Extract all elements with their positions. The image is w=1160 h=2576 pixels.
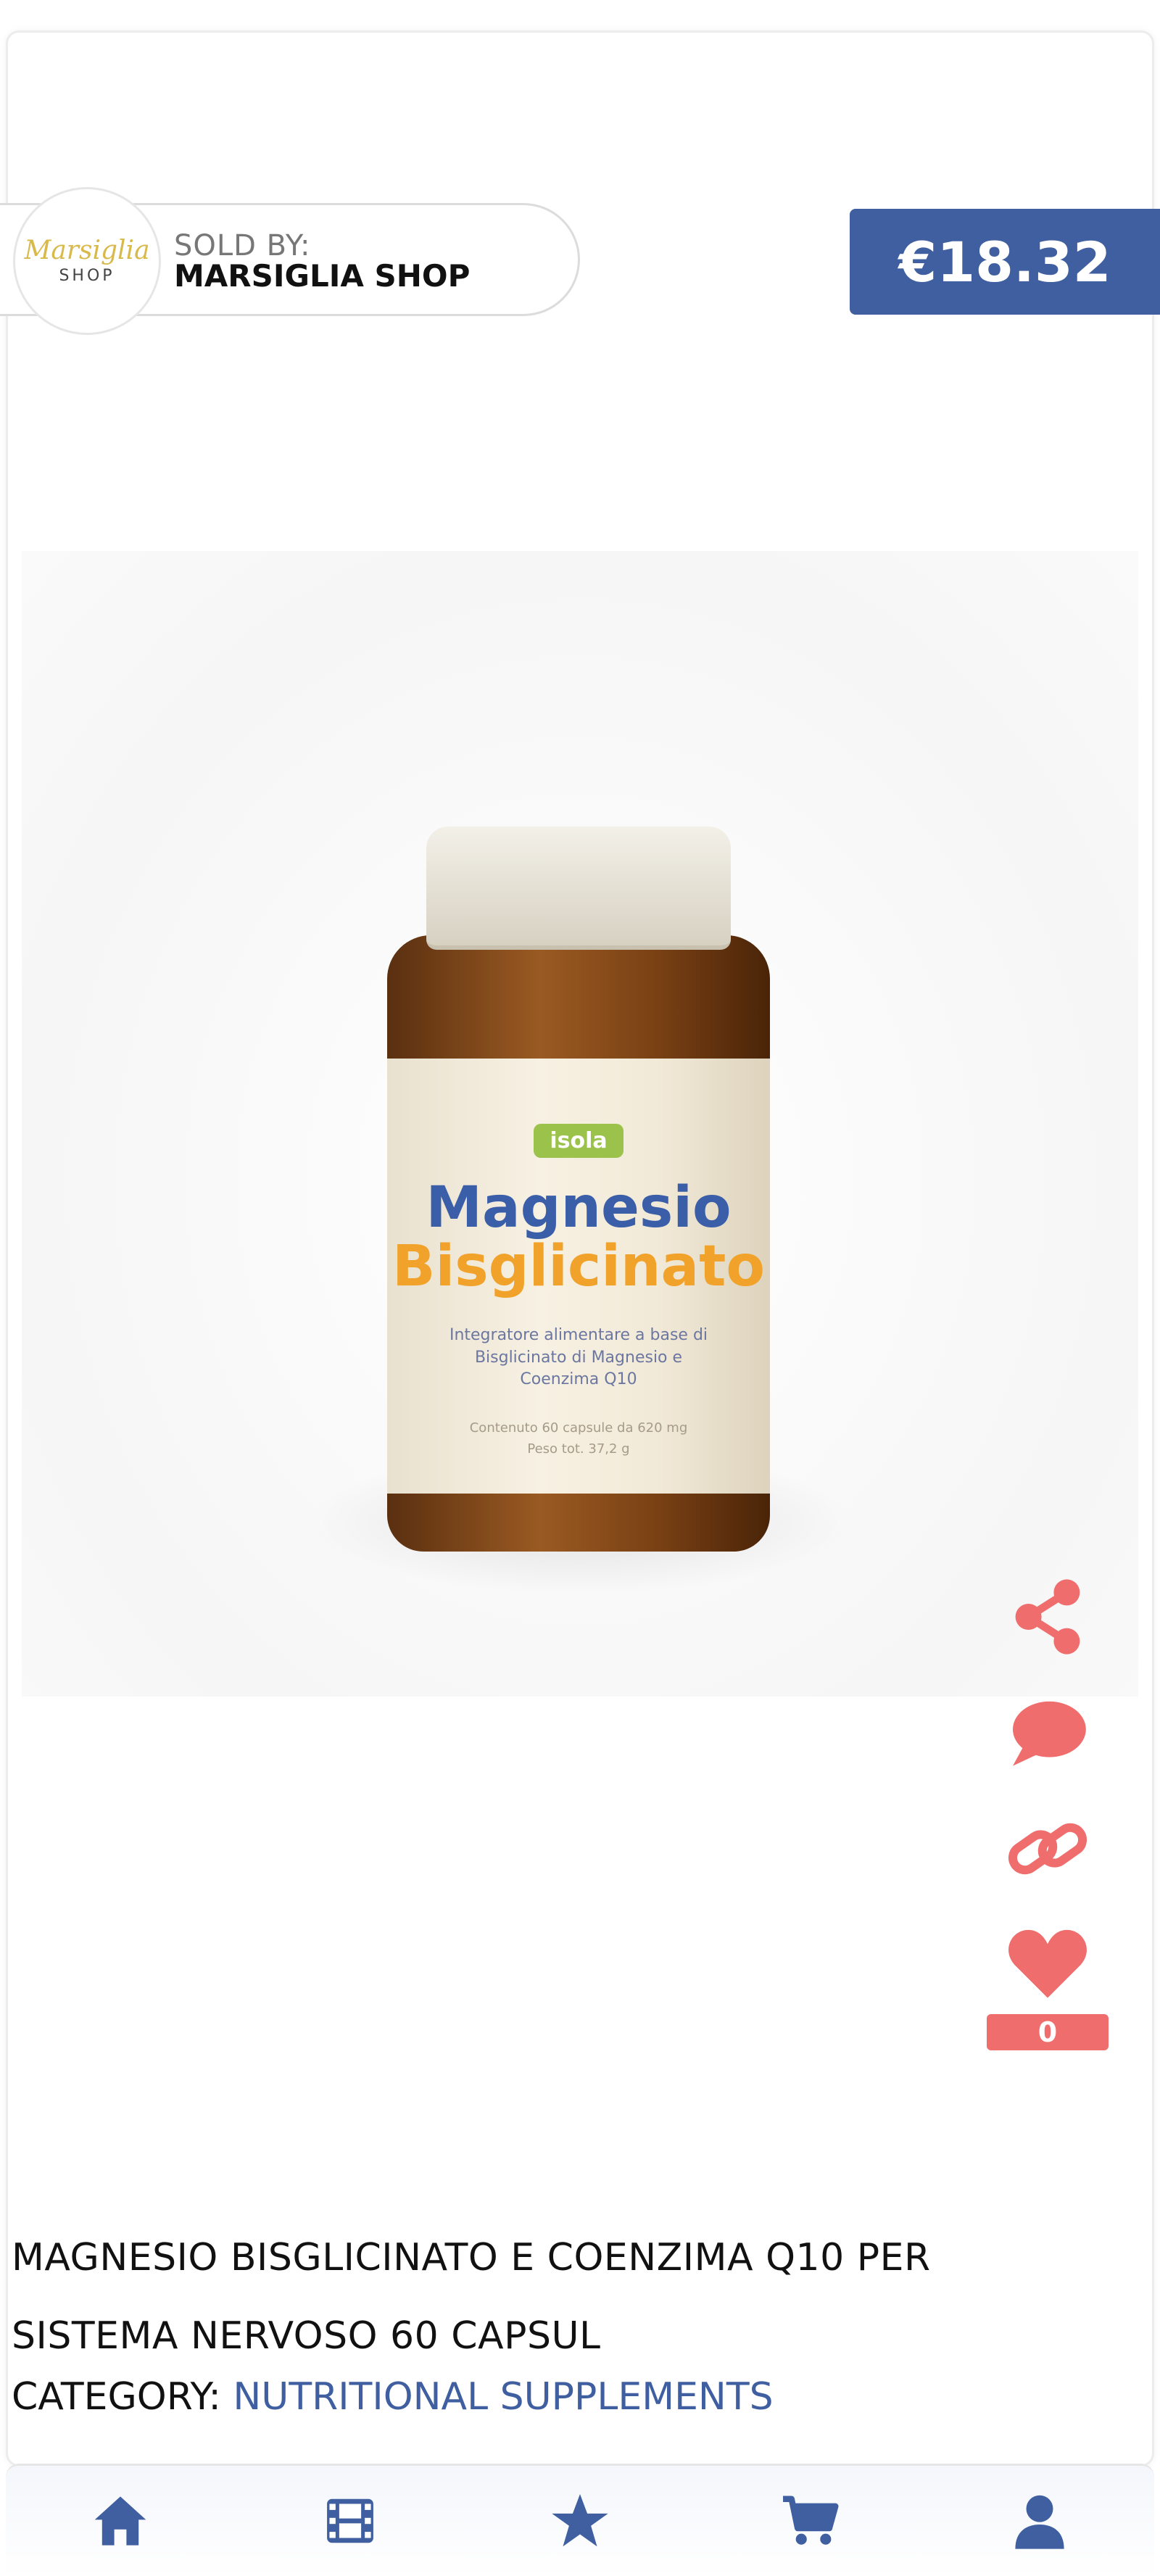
nav-profile[interactable]	[1000, 2481, 1080, 2561]
film-icon	[327, 2498, 374, 2543]
comment-icon[interactable]	[1004, 1689, 1091, 1776]
user-icon	[1014, 2495, 1064, 2549]
star-icon	[552, 2494, 608, 2547]
label-weight: Peso tot. 37,2 g	[527, 1441, 630, 1457]
label-title-line2: Bisglicinato	[392, 1234, 765, 1299]
price-badge: €18.32	[850, 209, 1160, 315]
product-title: MAGNESIO BISGLICINATO E COENZIMA Q10 PER…	[12, 2236, 931, 2358]
nav-videos[interactable]	[310, 2481, 390, 2561]
logo-shop-text: SHOP	[59, 266, 115, 285]
label-description: Integratore alimentare a base di Bisglic…	[449, 1325, 708, 1389]
label-contents: Contenuto 60 capsule da 620 mg	[469, 1420, 688, 1436]
home-icon	[95, 2496, 146, 2546]
bottom-nav	[6, 2464, 1154, 2576]
logo-script-text: Marsiglia	[24, 235, 150, 265]
seller-name[interactable]: MARSIGLIA SHOP	[174, 258, 470, 294]
category-link[interactable]: NUTRITIONAL SUPPLEMENTS	[233, 2375, 773, 2419]
nav-favorites[interactable]	[540, 2481, 620, 2561]
heart-icon[interactable]	[1004, 1921, 1091, 2008]
jar-label: isola Magnesio Bisglicinato Integratore …	[387, 1059, 770, 1494]
jar-cap	[426, 827, 731, 950]
category-label: CATEGORY:	[12, 2375, 221, 2419]
nav-home[interactable]	[80, 2481, 160, 2561]
nav-cart[interactable]	[770, 2481, 850, 2561]
cart-icon	[782, 2496, 839, 2545]
likes-count-badge: 0	[987, 2014, 1109, 2050]
label-brand: isola	[534, 1124, 624, 1158]
seller-logo[interactable]: Marsiglia SHOP	[13, 187, 161, 335]
action-bar: 0	[986, 1573, 1109, 2050]
share-icon[interactable]	[1004, 1573, 1091, 1660]
label-title-line1: Magnesio	[426, 1175, 732, 1241]
link-icon[interactable]	[1004, 1805, 1091, 1892]
product-category: CATEGORY: NUTRITIONAL SUPPLEMENTS	[12, 2375, 774, 2419]
